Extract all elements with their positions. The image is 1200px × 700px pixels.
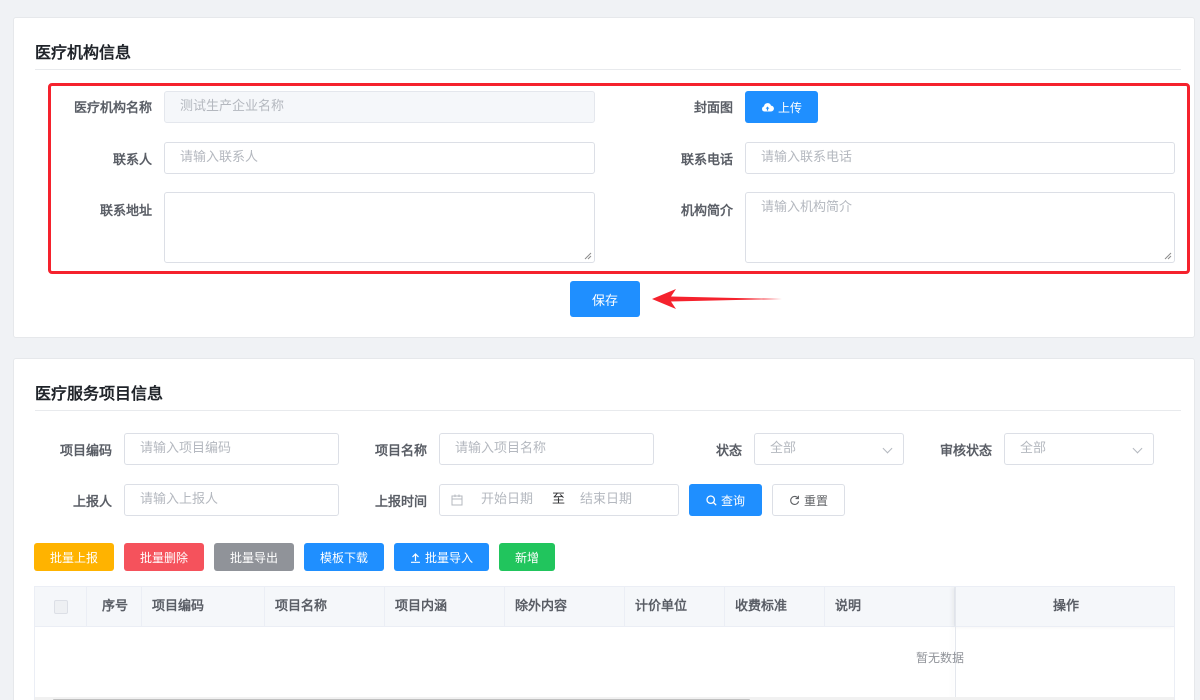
chevron-down-icon — [1132, 443, 1143, 454]
batch-export-button[interactable]: 批量导出 — [214, 543, 294, 571]
upload-label: 上传 — [777, 100, 802, 115]
select-all-cell — [35, 587, 87, 627]
column-header: 项目名称 — [265, 587, 385, 627]
contact-address-textarea[interactable] — [164, 192, 595, 263]
contact-person-label: 联系人 — [112, 153, 152, 168]
audit-select-value: 全部 — [1020, 441, 1047, 456]
red-arrow-annotation — [652, 289, 782, 309]
intro-placeholder: 请输入机构简介 — [761, 200, 853, 215]
service-items-card: 医疗服务项目信息 项目编码 请输入项目编码 项目名称 请输入项目名称 状态 全部… — [13, 358, 1195, 700]
item-name-label: 项目名称 — [374, 444, 427, 459]
cloud-upload-icon — [762, 102, 774, 111]
reset-button[interactable]: 重置 — [772, 484, 845, 516]
reporter-input[interactable]: 请输入上报人 — [124, 484, 339, 516]
contact-address-label: 联系地址 — [99, 204, 152, 219]
institution-section-title: 医疗机构信息 — [35, 43, 132, 62]
table-header: 序号 项目编码 项目名称 项目内涵 除外内容 计价单位 收费标准 说明 操作 — [35, 587, 1174, 627]
refresh-icon — [790, 495, 800, 505]
status-select[interactable]: 全部 — [754, 433, 904, 465]
section-divider — [35, 410, 1181, 411]
column-header: 收费标准 — [725, 587, 825, 627]
select-all-checkbox[interactable] — [54, 600, 68, 614]
item-code-input[interactable]: 请输入项目编码 — [124, 433, 339, 465]
audit-status-label: 审核状态 — [939, 444, 992, 459]
batch-delete-button[interactable]: 批量删除 — [124, 543, 204, 571]
reporter-label: 上报人 — [72, 495, 112, 510]
service-items-table: 序号 项目编码 项目名称 项目内涵 除外内容 计价单位 收费标准 说明 操作 暂… — [34, 586, 1175, 700]
item-name-input[interactable]: 请输入项目名称 — [439, 433, 654, 465]
column-header: 项目编码 — [142, 587, 265, 627]
upload-icon — [410, 552, 420, 563]
batch-report-button[interactable]: 批量上报 — [34, 543, 114, 571]
contact-phone-input[interactable]: 请输入联系电话 — [745, 142, 1175, 174]
audit-status-select[interactable]: 全部 — [1004, 433, 1154, 465]
resize-grip-icon[interactable] — [1164, 252, 1172, 260]
add-button[interactable]: 新增 — [499, 543, 555, 571]
upload-button[interactable]: 上传 — [745, 91, 818, 123]
column-header: 计价单位 — [625, 587, 725, 627]
column-header: 项目内涵 — [385, 587, 505, 627]
institution-intro-textarea[interactable]: 请输入机构简介 — [745, 192, 1175, 263]
contact-person-input[interactable]: 请输入联系人 — [164, 142, 595, 174]
batch-import-label: 批量导入 — [424, 550, 473, 565]
empty-text: 暂无数据 — [915, 651, 964, 665]
resize-grip-icon[interactable] — [584, 252, 592, 260]
institution-intro-label: 机构简介 — [680, 204, 733, 219]
section-divider — [35, 69, 1181, 70]
status-label: 状态 — [715, 444, 742, 459]
query-label: 查询 — [720, 493, 745, 508]
search-icon — [706, 494, 717, 506]
service-section-title: 医疗服务项目信息 — [35, 384, 164, 403]
report-time-label: 上报时间 — [374, 495, 427, 510]
save-button[interactable]: 保存 — [570, 281, 640, 317]
date-range-picker[interactable]: 开始日期 至 结束日期 — [439, 484, 679, 516]
reset-label: 重置 — [803, 493, 828, 508]
calendar-icon — [451, 494, 463, 506]
query-button[interactable]: 查询 — [689, 484, 762, 516]
institution-name-label: 医疗机构名称 — [73, 101, 152, 116]
status-select-value: 全部 — [770, 441, 797, 456]
column-header: 说明 — [825, 587, 955, 627]
batch-import-button[interactable]: 批量导入 — [394, 543, 489, 571]
cover-image-label: 封面图 — [693, 101, 733, 116]
end-date-input[interactable]: 结束日期 — [580, 485, 632, 515]
template-download-button[interactable]: 模板下载 — [304, 543, 384, 571]
contact-phone-label: 联系电话 — [680, 153, 733, 168]
institution-name-input[interactable]: 测试生产企业名称 — [164, 91, 595, 123]
column-header: 序号 — [87, 587, 142, 627]
column-header: 操作 — [955, 587, 1174, 627]
start-date-input[interactable]: 开始日期 — [481, 485, 533, 515]
column-header: 除外内容 — [505, 587, 625, 627]
range-separator: 至 — [552, 492, 566, 507]
item-code-label: 项目编码 — [59, 444, 112, 459]
chevron-down-icon — [882, 443, 893, 454]
